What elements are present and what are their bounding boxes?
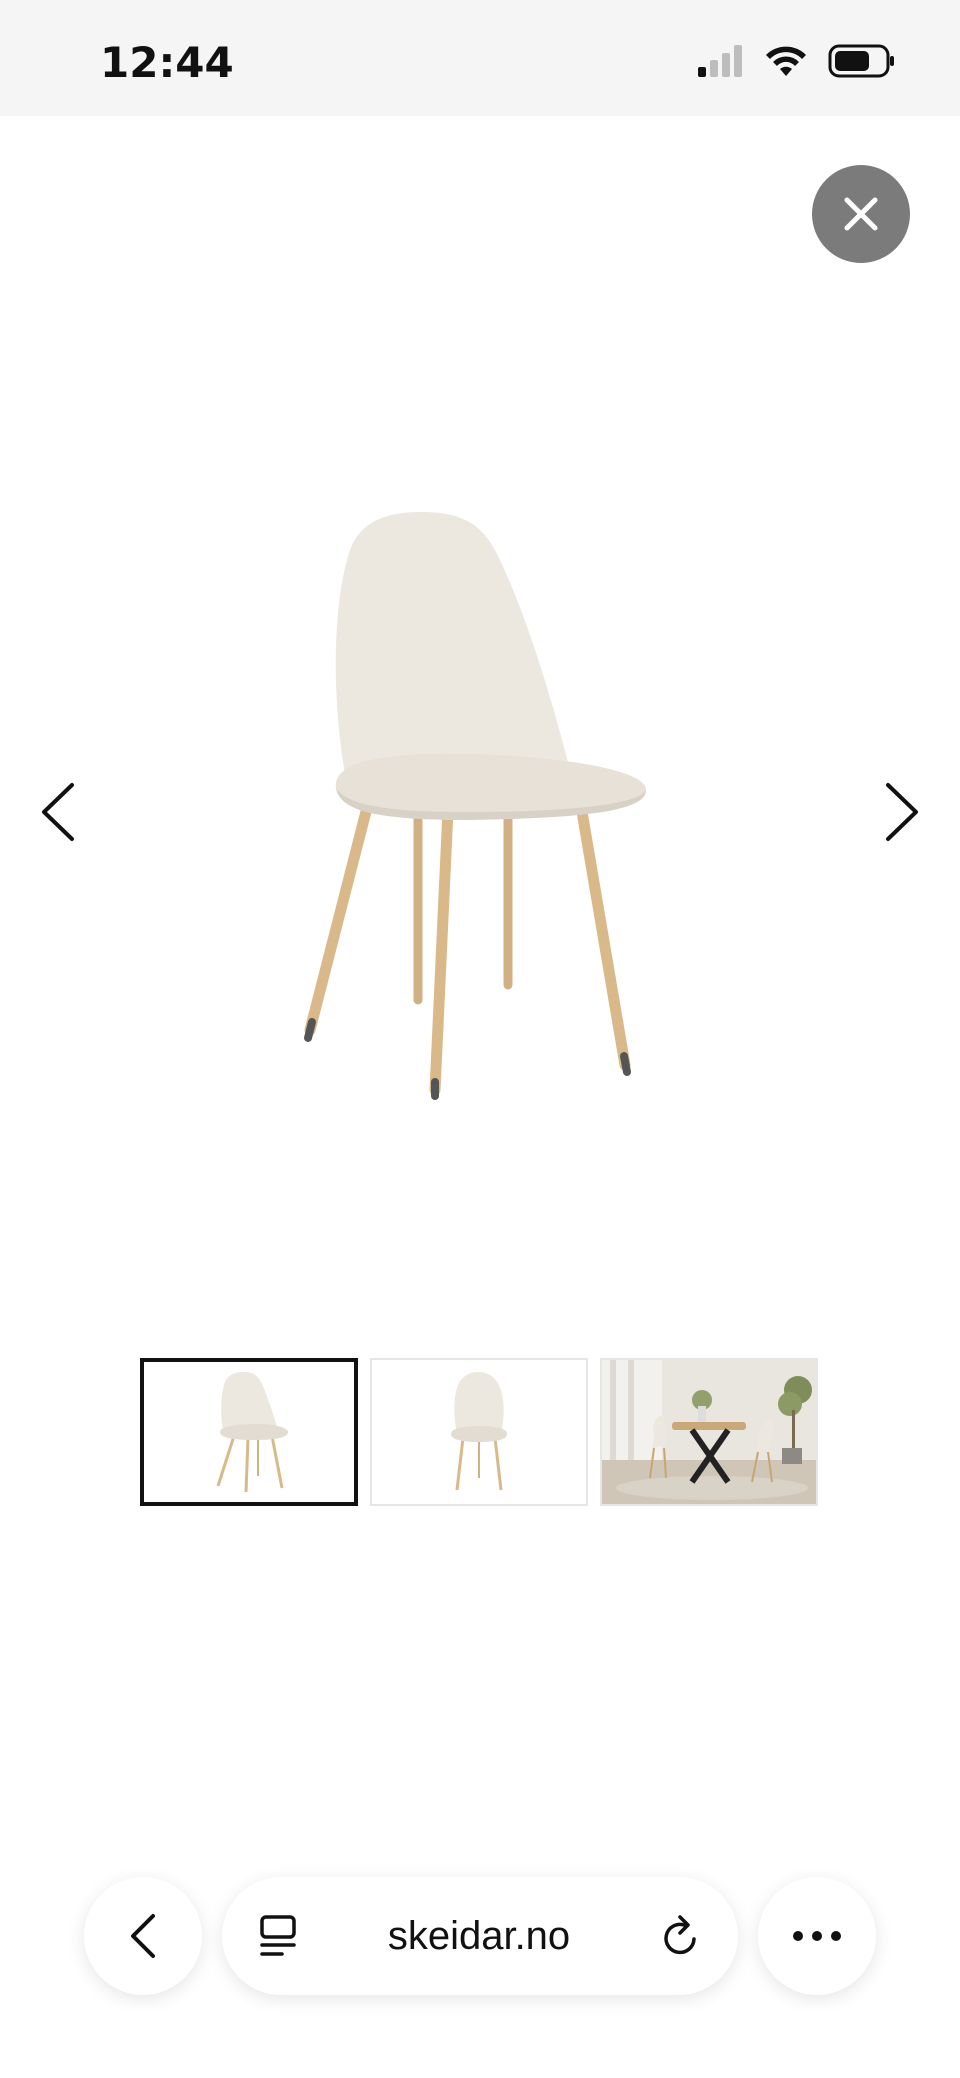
thumbnail-chair-side[interactable] <box>370 1358 588 1506</box>
thumbnail-chair-front[interactable] <box>140 1358 358 1506</box>
more-icon <box>793 1931 841 1941</box>
close-button[interactable] <box>812 165 910 263</box>
url-text[interactable]: skeidar.no <box>388 1914 570 1959</box>
battery-icon <box>828 44 894 78</box>
reload-icon[interactable] <box>660 1913 702 1959</box>
next-image-button[interactable] <box>872 772 932 852</box>
browser-back-button[interactable] <box>84 1877 202 1995</box>
thumbnail-image <box>451 1372 507 1491</box>
thumbnail-image <box>602 1360 816 1504</box>
page-icon[interactable] <box>258 1914 298 1958</box>
status-icons <box>698 44 896 78</box>
wifi-icon <box>766 46 806 76</box>
close-icon <box>844 197 878 231</box>
more-options-button[interactable] <box>758 1877 876 1995</box>
thumbnail-image <box>216 1372 288 1493</box>
previous-image-button[interactable] <box>28 772 88 852</box>
chevron-right-icon <box>886 783 918 841</box>
status-time: 12:44 <box>100 38 234 87</box>
thumbnail-strip <box>140 1358 818 1506</box>
thumbnail-dining-room[interactable] <box>600 1358 818 1506</box>
signal-icon <box>698 45 742 77</box>
status-bar: 12:44 <box>0 0 960 116</box>
address-bar[interactable]: skeidar.no <box>222 1877 738 1995</box>
chevron-left-icon <box>42 783 74 841</box>
chevron-left-icon <box>131 1914 155 1958</box>
product-image-chair <box>304 512 646 1100</box>
